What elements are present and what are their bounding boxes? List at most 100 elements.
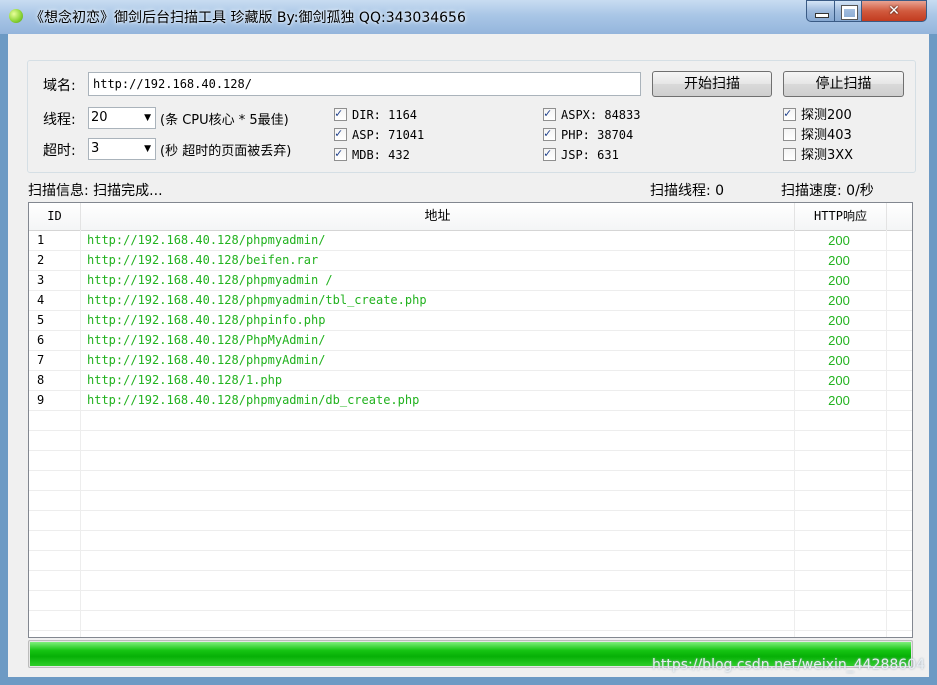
empty-row [29,511,912,531]
results-table[interactable]: ID 地址 HTTP响应 1 http://192.168.40.128/phpm… [28,202,913,638]
app-icon [9,9,23,23]
checkbox-label: 探测403 [801,128,852,143]
checkbox-icon: ✓ [543,106,556,121]
checkmark-icon: ✓ [544,106,552,120]
timeout-select[interactable]: 3 ▼ [88,138,156,160]
dict-checkbox-jsp[interactable]: ✓ JSP: 631 [543,146,619,162]
checkmark-icon: ✓ [335,126,343,140]
column-header-url[interactable]: 地址 [81,203,795,230]
cell-code: 200 [828,233,850,248]
close-button[interactable]: ✕ [861,0,927,22]
dict-checkbox-dir[interactable]: ✓ DIR: 1164 [334,106,417,122]
table-row[interactable]: 9 http://192.168.40.128/phpmyadmin/db_cre… [29,391,912,411]
stop-scan-button[interactable]: 停止扫描 [783,71,904,97]
domain-label: 域名: [43,78,76,94]
cell-url: http://192.168.40.128/phpinfo.php [87,313,326,327]
cell-id: 6 [37,333,45,347]
checkmark-icon: ✓ [784,106,792,120]
cell-url: http://192.168.40.128/phpmyAdmin/ [87,353,326,367]
cell-code: 200 [828,273,850,288]
probe-checkbox-403[interactable]: 探测403 [783,128,852,143]
checkbox-icon: ✓ [334,126,347,141]
window-title: 《想念初恋》御剑后台扫描工具 珍藏版 By:御剑孤独 QQ:343034656 [30,10,466,26]
checkbox-icon: ✓ [543,146,556,161]
scan-speed: 扫描速度: 0/秒 [781,183,874,199]
table-row[interactable]: 4 http://192.168.40.128/phpmyadmin/tbl_cr… [29,291,912,311]
chevron-down-icon: ▼ [144,113,151,123]
cell-id: 8 [37,373,45,387]
table-row[interactable]: 6 http://192.168.40.128/PhpMyAdmin/200 [29,331,912,351]
checkmark-icon: ✓ [544,126,552,140]
empty-row [29,611,912,631]
table-body: 1 http://192.168.40.128/phpmyadmin/200 2 ht… [29,231,912,631]
empty-row [29,471,912,491]
threads-select[interactable]: 20 ▼ [88,107,156,129]
probe-checkbox-3xx[interactable]: 探测3XX [783,148,853,163]
cell-url: http://192.168.40.128/phpmyadmin/ [87,233,326,247]
cell-code: 200 [828,373,850,388]
dict-checkbox-php[interactable]: ✓ PHP: 38704 [543,126,634,142]
table-row[interactable]: 5 http://192.168.40.128/phpinfo.php 200 [29,311,912,331]
dict-checkbox-asp[interactable]: ✓ ASP: 71041 [334,126,425,142]
cell-url: http://192.168.40.128/1.php [87,373,283,387]
empty-row [29,451,912,471]
checkbox-label: MDB: 432 [352,148,410,162]
empty-row [29,591,912,611]
checkbox-icon [783,148,796,161]
cell-code: 200 [828,253,850,268]
table-row[interactable]: 7 http://192.168.40.128/phpmyAdmin/200 [29,351,912,371]
threads-hint: (条 CPU核心 * 5最佳) [160,113,289,128]
cell-id: 1 [37,233,45,247]
minimize-button[interactable] [806,0,836,22]
scan-threads: 扫描线程: 0 [650,183,725,199]
cell-code: 200 [828,393,850,408]
start-scan-button[interactable]: 开始扫描 [652,71,772,97]
checkmark-icon: ✓ [335,146,343,160]
checkmark-icon: ✓ [335,106,343,120]
checkbox-label: JSP: 631 [561,148,619,162]
chevron-down-icon: ▼ [144,144,151,154]
table-row[interactable]: 8 http://192.168.40.128/1.php 200 [29,371,912,391]
maximize-icon [841,5,858,20]
checkbox-label: PHP: 38704 [561,128,634,142]
threads-value: 20 [91,110,108,125]
close-icon: ✕ [888,3,900,19]
cell-id: 2 [37,253,45,267]
empty-row [29,551,912,571]
table-header: ID 地址 HTTP响应 [29,203,912,231]
checkbox-label: 探测200 [801,108,852,123]
timeout-label: 超时: [43,143,76,159]
timeout-value: 3 [91,141,100,156]
table-row[interactable]: 3 http://192.168.40.128/phpmyadmin / 200 [29,271,912,291]
maximize-button[interactable] [834,0,863,22]
main-panel: 域名: http://192.168.40.128/ 开始扫描 停止扫描 线程:… [8,34,929,677]
cell-url: http://192.168.40.128/phpmyadmin/tbl_cre… [87,293,427,307]
column-header-id[interactable]: ID [29,203,81,230]
cell-url: http://192.168.40.128/beifen.rar [87,253,319,267]
title-bar[interactable]: 《想念初恋》御剑后台扫描工具 珍藏版 By:御剑孤独 QQ:343034656 … [0,0,937,34]
table-row[interactable]: 2 http://192.168.40.128/beifen.rar 200 [29,251,912,271]
cell-url: http://192.168.40.128/phpmyadmin / [87,273,333,287]
empty-row [29,431,912,451]
checkbox-icon: ✓ [543,126,556,141]
checkbox-icon: ✓ [334,146,347,161]
timeout-hint: (秒 超时的页面被丢弃) [160,144,292,159]
cell-id: 3 [37,273,45,287]
checkbox-icon: ✓ [783,106,796,121]
empty-row [29,491,912,511]
dict-checkbox-mdb[interactable]: ✓ MDB: 432 [334,146,410,162]
cell-code: 200 [828,333,850,348]
dict-checkbox-aspx[interactable]: ✓ ASPX: 84833 [543,106,640,122]
probe-checkbox-200[interactable]: ✓ 探测200 [783,106,852,123]
cell-url: http://192.168.40.128/phpmyadmin/db_crea… [87,393,420,407]
domain-input[interactable]: http://192.168.40.128/ [88,72,641,96]
empty-row [29,571,912,591]
cell-code: 200 [828,353,850,368]
checkbox-icon [783,128,796,141]
minimize-icon [815,13,829,18]
checkbox-icon: ✓ [334,106,347,121]
column-header-http[interactable]: HTTP响应 [795,203,887,230]
checkbox-label: ASP: 71041 [352,128,425,142]
checkmark-icon: ✓ [544,146,552,160]
table-row[interactable]: 1 http://192.168.40.128/phpmyadmin/200 [29,231,912,251]
